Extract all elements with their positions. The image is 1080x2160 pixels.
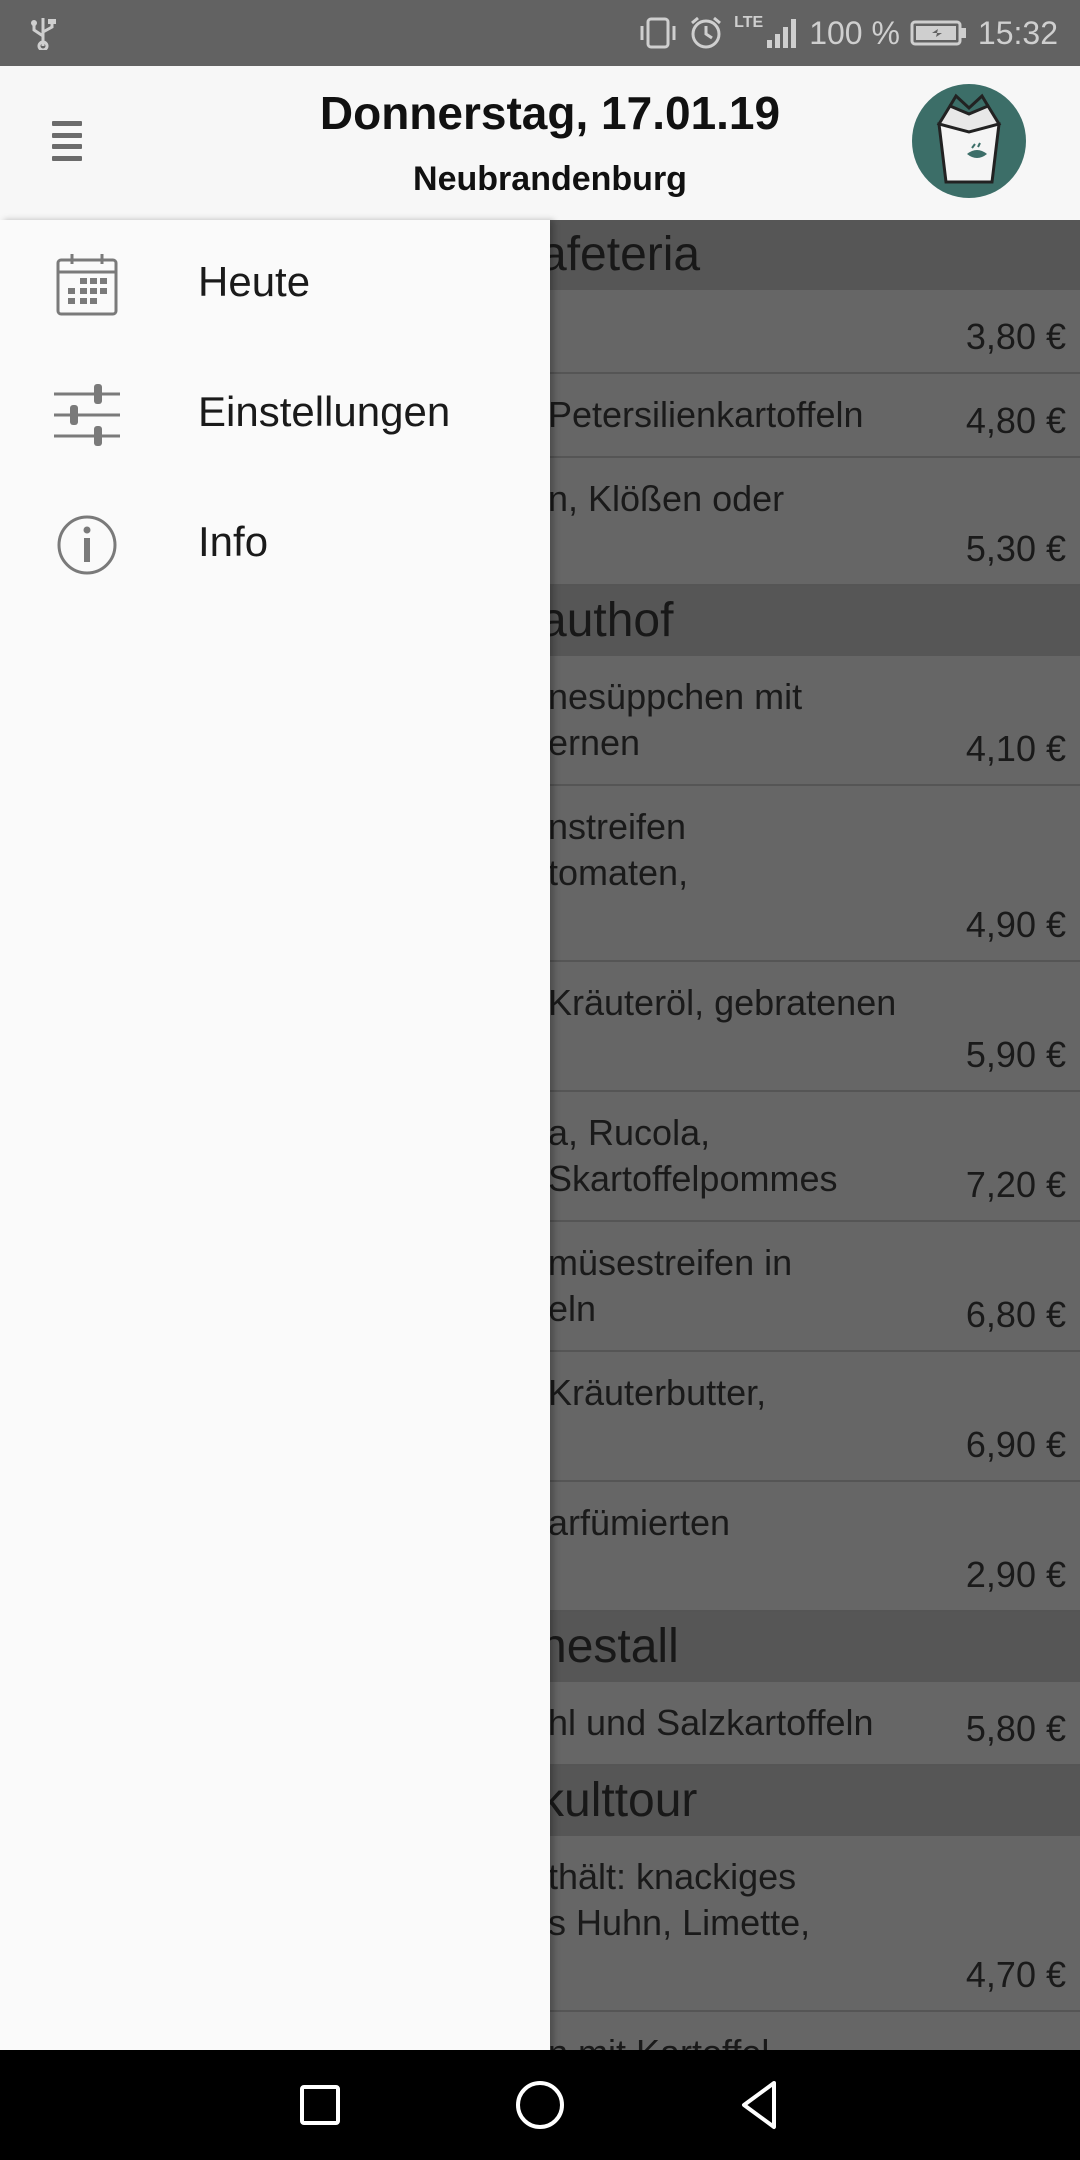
info-icon	[57, 515, 117, 575]
menu-item-price: 3,80 €	[965, 316, 1066, 357]
drawer-item-heute[interactable]: Heute	[0, 220, 550, 350]
menu-item-description: a, Rucola, Skartoffelpommes	[548, 1112, 838, 1199]
menu-item-price: 4,10 €	[965, 728, 1066, 769]
menu-item-price: 2,90 €	[965, 1554, 1066, 1595]
menu-item-description: Kräuteröl, gebratenen	[548, 982, 897, 1023]
navigation-drawer: Heute Einstellungen Info	[0, 220, 550, 2050]
menu-item-description: n, Klößen oder	[548, 478, 785, 519]
takeout-box-logo[interactable]	[912, 84, 1026, 198]
menu-item-price: 4,80 €	[965, 400, 1066, 441]
menu-item-description: n mit Kartoffel-	[548, 2030, 781, 2050]
menu-item-description: Petersilienkartoffeln	[548, 394, 864, 435]
menu-item-description: thält: knackiges s Huhn, Limette,	[548, 1856, 811, 1943]
menu-item-price: 6,90 €	[965, 1424, 1066, 1465]
clock: 15:32	[977, 14, 1058, 51]
menu-item-price: 5,90 €	[965, 1034, 1066, 1075]
recents-button[interactable]	[290, 2075, 350, 2135]
home-button[interactable]	[510, 2075, 570, 2135]
menu-item-description: hl und Salzkartoffeln	[548, 1702, 874, 1743]
drawer-item-einstellungen[interactable]: Einstellungen	[0, 350, 550, 480]
menu-item-price: 4,90 €	[965, 904, 1066, 945]
battery-percent: 100 %	[809, 14, 900, 51]
usb-icon	[31, 18, 56, 50]
menu-item-description: müsestreifen in eln	[548, 1242, 793, 1329]
menu-item-price: 6,80 €	[965, 1294, 1066, 1335]
menu-item-price: 5,80 €	[965, 1708, 1066, 1749]
drawer-item-label: Info	[198, 518, 269, 565]
battery-icon	[910, 20, 966, 46]
network-type-label: LTE	[734, 14, 764, 31]
drawer-item-label: Einstellungen	[198, 388, 451, 435]
menu-item-price: 4,70 €	[965, 1954, 1066, 1995]
drawer-item-info[interactable]: Info	[0, 480, 550, 610]
calendar-icon	[56, 254, 118, 316]
status-bar: LTE 100 % 15:32	[0, 0, 1080, 66]
menu-item-description: Kräuterbutter,	[548, 1372, 767, 1413]
app-bar: Donnerstag, 17.01.19 Neubrandenburg	[0, 66, 1080, 220]
back-button[interactable]	[730, 2075, 790, 2135]
menu-item-price: 7,20 €	[965, 1164, 1066, 1205]
vibrate-icon	[640, 17, 676, 49]
system-nav-bar	[0, 2050, 1080, 2160]
menu-item-description: nesüppchen mit ernen	[548, 676, 803, 763]
signal-icon	[767, 19, 797, 48]
menu-item-description: arfümierten	[548, 1502, 731, 1543]
menu-item-price: 5,30 €	[965, 528, 1066, 569]
sliders-icon	[54, 384, 120, 446]
alarm-icon	[691, 16, 722, 49]
drawer-item-label: Heute	[198, 258, 311, 305]
menu-item-description: nstreifen tomaten,	[548, 806, 689, 893]
